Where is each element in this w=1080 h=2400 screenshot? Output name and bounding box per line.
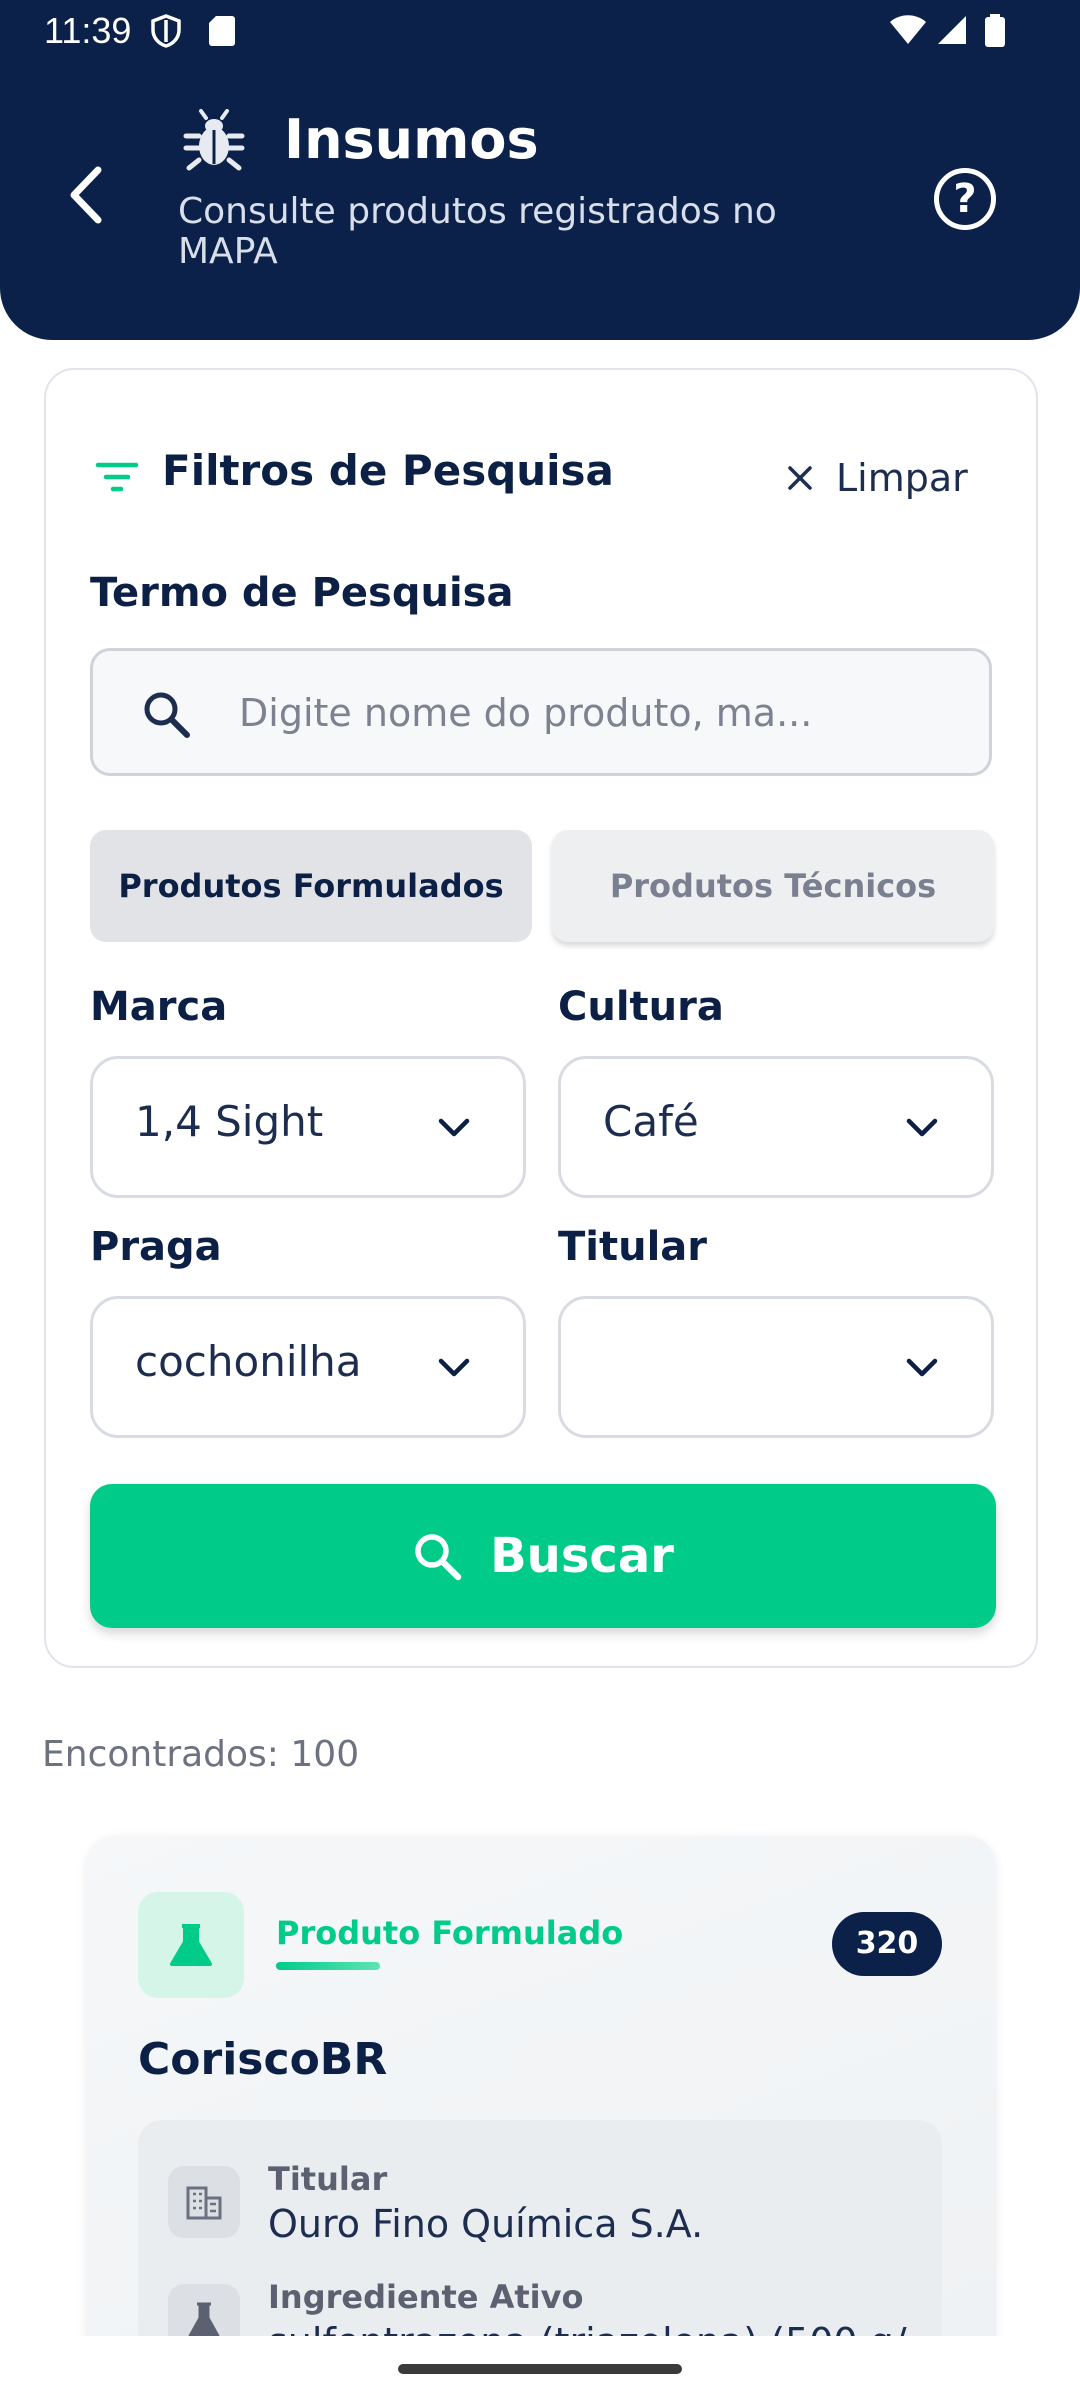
bug-icon [183, 109, 245, 171]
app-header: 11:39 Insumos Consulte produtos registra… [0, 0, 1080, 340]
chevron-down-icon [438, 1358, 470, 1377]
product-name: CoriscoBR [138, 2034, 388, 2085]
chevron-down-icon [438, 1118, 470, 1137]
type-underline [276, 1962, 380, 1970]
titular-info-value: Ouro Fino Química S.A. [268, 2202, 704, 2246]
marca-select[interactable]: 1,4 Sight [90, 1056, 526, 1198]
cultura-label: Cultura [558, 984, 724, 1030]
results-count: Encontrados: 100 [42, 1734, 360, 1775]
search-button-label: Buscar [490, 1528, 674, 1584]
page-subtitle: Consulte produtos registrados no MAPA [178, 191, 777, 272]
search-input[interactable] [239, 679, 939, 747]
building-icon-box [168, 2166, 240, 2238]
search-icon [144, 692, 190, 738]
tab-produtos-formulados[interactable]: Produtos Formulados [90, 830, 532, 942]
search-icon [415, 1534, 462, 1581]
search-button[interactable]: Buscar [90, 1484, 996, 1628]
back-arrow-icon[interactable] [60, 160, 120, 230]
search-field[interactable] [90, 648, 992, 776]
sd-card-icon [209, 16, 235, 46]
clear-label: Limpar [836, 456, 968, 500]
close-icon [788, 466, 812, 490]
cultura-select[interactable]: Café [558, 1056, 994, 1198]
marca-label: Marca [90, 984, 228, 1030]
flask-icon-box [138, 1892, 244, 1998]
shield-status-icon [151, 14, 181, 48]
count-badge: 320 [832, 1912, 942, 1976]
help-button[interactable]: ? [934, 168, 996, 230]
flask-icon [170, 1924, 212, 1966]
chevron-down-icon [906, 1358, 938, 1377]
tab-produtos-tecnicos[interactable]: Produtos Técnicos [552, 830, 994, 942]
titular-info-label: Titular [268, 2160, 388, 2198]
cultura-value: Café [603, 1097, 699, 1146]
filters-heading: Filtros de Pesquisa [162, 446, 614, 495]
praga-select[interactable]: cochonilha [90, 1296, 526, 1438]
product-type-label: Produto Formulado [276, 1914, 624, 1952]
wifi-icon [890, 15, 926, 44]
battery-icon [985, 14, 1005, 47]
status-time: 11:39 [44, 10, 132, 51]
filter-icon [95, 462, 139, 492]
praga-value: cochonilha [135, 1337, 362, 1386]
home-indicator[interactable] [398, 2364, 682, 2374]
search-term-label: Termo de Pesquisa [90, 570, 514, 616]
praga-label: Praga [90, 1224, 222, 1270]
clear-filters-button[interactable]: Limpar [786, 448, 968, 508]
result-card[interactable]: Produto Formulado 320 CoriscoBR Titular … [86, 1836, 996, 2400]
titular-select[interactable] [558, 1296, 994, 1438]
signal-icon [938, 16, 966, 44]
chevron-down-icon [906, 1118, 938, 1137]
marca-value: 1,4 Sight [135, 1097, 324, 1146]
ingrediente-info-label: Ingrediente Ativo [268, 2278, 584, 2316]
building-icon [186, 2186, 222, 2220]
titular-label: Titular [558, 1224, 708, 1270]
filter-card: Filtros de Pesquisa Limpar Termo de Pesq… [44, 368, 1038, 1668]
page-title: Insumos [284, 108, 539, 171]
